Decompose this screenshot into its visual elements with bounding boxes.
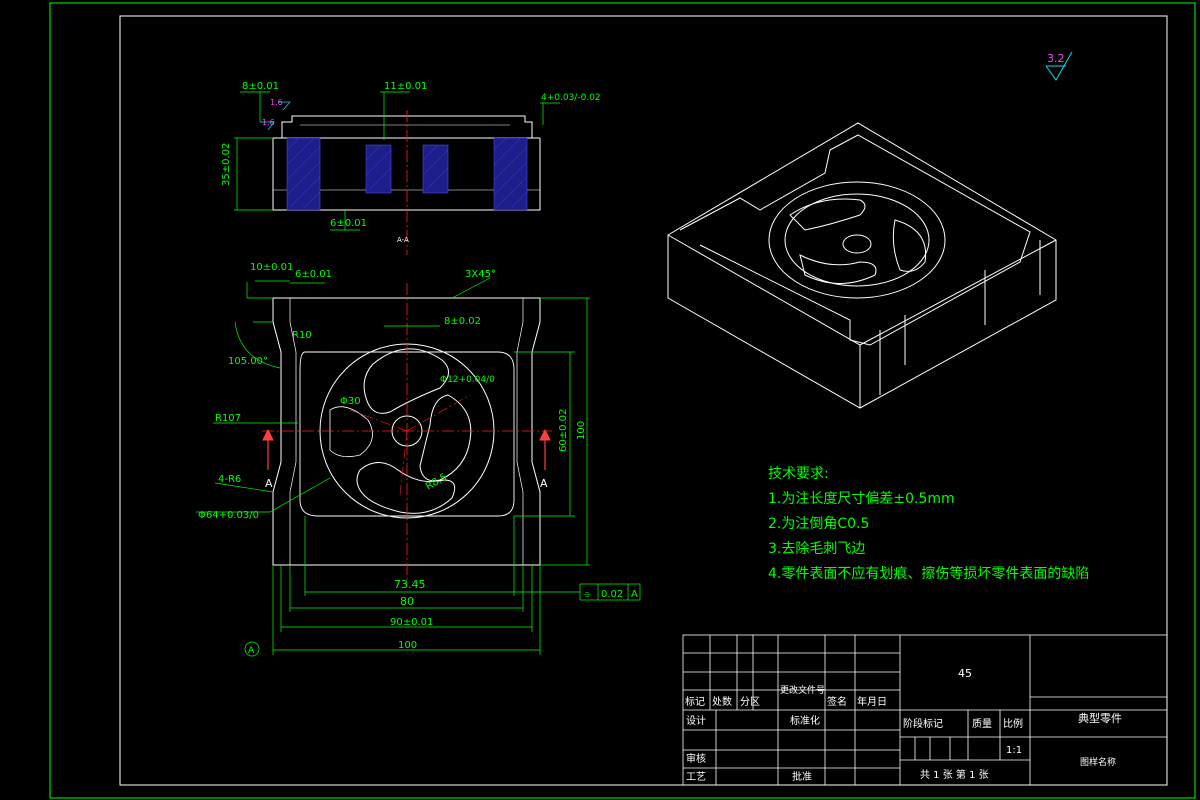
plan-view: A A 10±0.01 6±0.01 3X45° 8±0.02 105.00° … <box>196 262 641 657</box>
dim-8: 8±0.02 <box>444 316 481 327</box>
design-label: 设计 <box>686 714 706 727</box>
dim-phi12: Φ12+0.04/0 <box>440 375 495 385</box>
inner-frame <box>119 15 1168 786</box>
dim-80: 80 <box>400 595 414 608</box>
dim-100-horizontal: 100 <box>398 640 417 651</box>
dim-100-vertical: 100 <box>576 421 587 440</box>
process-label: 工艺 <box>686 771 706 783</box>
note-item-1: 1.为注长度尺寸偏差±0.5mm <box>768 491 955 507</box>
dim-phi30: Φ30 <box>340 396 361 407</box>
stage-label: 阶段标记 <box>903 717 943 730</box>
dim-r107: R107 <box>215 413 241 424</box>
material: 45 <box>958 667 972 680</box>
title-block-text: 45 典型零件 图样名称 标记 处数 分区 更改文件号 签名 年月日 设计 标准… <box>685 667 1122 783</box>
dim-60: 60±0.02 <box>558 409 569 452</box>
section-arrow-right: A <box>540 477 548 490</box>
dim-r85: R8.5 <box>424 472 449 493</box>
row-label-sign: 签名 <box>827 695 847 708</box>
note-item-2: 2.为注倒角C0.5 <box>768 516 869 532</box>
approve-label: 批准 <box>792 770 812 783</box>
flatness-ref: A <box>631 589 638 600</box>
notes-title: 技术要求: <box>768 466 829 482</box>
scale-label: 比例 <box>1003 717 1023 730</box>
dim-right-top: 4+0.03/-0.02 <box>541 93 601 103</box>
roughness-symbol-main: 3.2 <box>1045 51 1073 81</box>
drawing-name: 图样名称 <box>1080 756 1116 768</box>
flatness-symbol: ⌯ <box>583 589 591 600</box>
standard-label: 标准化 <box>790 714 820 727</box>
scale-value: 1:1 <box>1006 745 1022 756</box>
isometric-view <box>667 122 1057 409</box>
mass-label: 质量 <box>972 718 992 730</box>
review-label: 审核 <box>686 752 706 765</box>
plan-outline <box>272 297 541 566</box>
row-label-date: 年月日 <box>857 695 887 708</box>
roughness-value: 3.2 <box>1047 52 1065 65</box>
rough-side-a: 1.6 <box>270 98 283 107</box>
dim-90: 90±0.01 <box>390 617 433 628</box>
sheet-count: 共 1 张 第 1 张 <box>920 768 989 781</box>
row-label-zone: 分区 <box>740 696 760 708</box>
dim-bottom: 6±0.01 <box>330 218 367 229</box>
hatch-block-2 <box>365 144 392 194</box>
note-item-4: 4.零件表面不应有划痕、擦伤等损坏零件表面的缺陷 <box>768 565 1089 582</box>
note-item-3: 3.去除毛刺飞边 <box>768 541 865 557</box>
drawing-canvas: 3.2 A-A 35±0.02 8±0.01 11±0.01 4+0.03/-0… <box>49 2 1196 799</box>
dim-10: 10±0.01 <box>250 262 293 273</box>
dim-corner: 4-R6 <box>218 474 241 485</box>
row-label-count: 处数 <box>712 695 732 708</box>
section-view-aa: A-A 35±0.02 8±0.01 11±0.01 4+0.03/-0.02 … <box>221 81 601 255</box>
outer-border <box>49 2 1196 799</box>
dim-r10: R10 <box>292 330 312 341</box>
row-label-mark: 标记 <box>685 696 705 708</box>
dim-6: 6±0.01 <box>295 269 332 280</box>
dim-angle: 105.00° <box>228 356 268 367</box>
technical-notes: 技术要求: 1.为注长度尺寸偏差±0.5mm 2.为注倒角C0.5 3.去除毛刺… <box>768 466 1089 582</box>
dim-top-left: 8±0.01 <box>242 81 279 92</box>
dim-top-mid: 11±0.01 <box>384 81 427 92</box>
hatch-block-3 <box>422 144 449 194</box>
part-name: 典型零件 <box>1078 711 1122 725</box>
dim-7345: 73.45 <box>394 578 426 591</box>
dim-chamfer: 3X45° <box>465 269 496 280</box>
dim-phi64: Φ64+0.03/0 <box>198 510 259 521</box>
section-label: A-A <box>397 236 409 244</box>
flatness-value: 0.02 <box>601 589 623 600</box>
section-arrow-left: A <box>265 477 273 490</box>
row-label-change-doc: 更改文件号 <box>780 684 825 696</box>
rough-side-b: 1.6 <box>262 118 275 127</box>
dim-height: 35±0.02 <box>221 143 232 186</box>
datum-label: A <box>248 646 255 656</box>
